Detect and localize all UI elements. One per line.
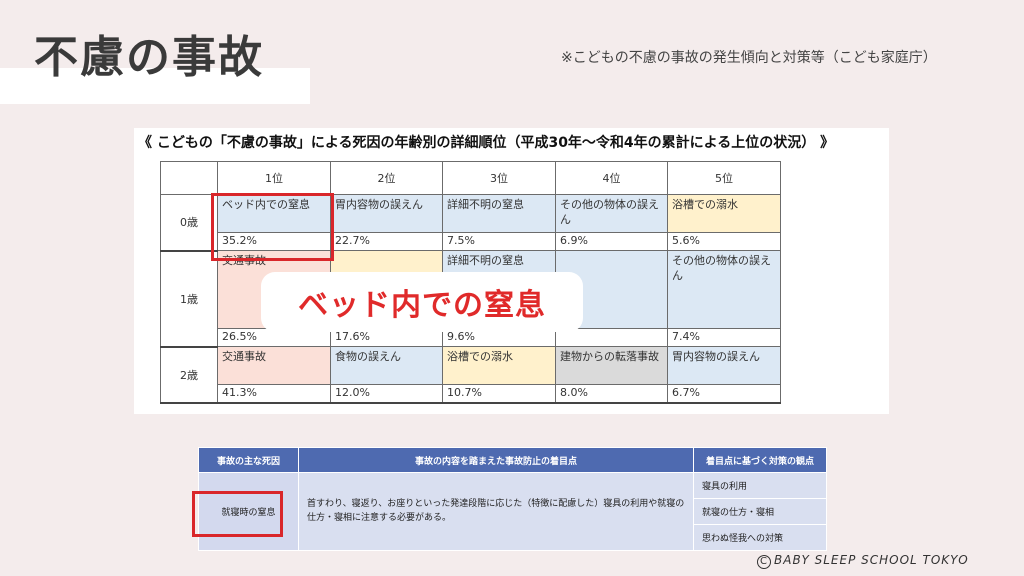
copyright-icon: C [757,555,771,569]
rank-header: 5位 [667,161,781,195]
rank-header: 1位 [217,161,331,195]
age-label: 2歳 [160,346,218,404]
rank-header: 4位 [555,161,668,195]
measures-table: 事故の主な死因 事故の内容を踏まえた事故防止の着目点 着目点に基づく対策の観点 … [198,447,827,551]
pct-row-2: 41.3% 12.0% 10.7% 8.0% 6.7% [161,384,781,404]
age-row-2: 2歳 交通事故 食物の誤えん 浴槽での溺水 建物からの転落事故 胃内容物の誤えん [160,346,781,404]
cause-cell: その他の物体の誤えん [667,250,781,329]
cause-cell: 詳細不明の窒息 [442,194,556,233]
pct-cell: 5.6% [667,232,781,251]
cause-cell: 胃内容物の誤えん [667,346,781,385]
cause-cell: 浴槽での溺水 [442,346,556,385]
cause-cell: 建物からの転落事故 [555,346,668,385]
highlight-box-top [211,193,334,261]
measures-content: 首すわり、寝返り、お座りといった発達段階に応じた（特徴に配慮した）寝具の利用や就… [298,472,694,551]
rank-header: 2位 [330,161,443,195]
measures-header: 事故の主な死因 [198,447,299,473]
copyright-text: BABY SLEEP SCHOOL TOKYO [774,553,969,567]
pct-cell: 22.7% [330,232,443,251]
age-label: 0歳 [160,194,218,252]
callout-label: ベッド内での窒息 [261,272,583,332]
measure-point: 思わぬ怪我への対策 [693,524,827,551]
measures-row: 就寝時の窒息 首すわり、寝返り、お座りといった発達段階に応じた（特徴に配慮した）… [198,472,827,551]
age-label: 1歳 [160,250,218,348]
pct-cell: 6.9% [555,232,668,251]
measure-point: 寝具の利用 [693,472,827,499]
rank-header-row: 1位 2位 3位 4位 5位 [160,161,781,195]
pct-cell: 10.7% [442,384,556,404]
copyright: C BABY SLEEP SCHOOL TOKYO [757,553,969,569]
pct-cell: 8.0% [555,384,668,404]
cause-cell: 胃内容物の誤えん [330,194,443,233]
page-title: 不慮の事故 [34,32,264,83]
cause-cell: 食物の誤えん [330,346,443,385]
cause-cell: 浴槽での溺水 [667,194,781,233]
pct-cell: 41.3% [217,384,331,404]
measures-header: 着目点に基づく対策の観点 [693,447,827,473]
cause-cell: 交通事故 [217,346,331,385]
measure-point: 就寝の仕方・寝相 [693,498,827,525]
pct-cell: 7.5% [442,232,556,251]
cause-cell: その他の物体の誤えん [555,194,668,233]
pct-cell: 6.7% [667,384,781,404]
measures-header-row: 事故の主な死因 事故の内容を踏まえた事故防止の着目点 着目点に基づく対策の観点 [198,447,827,473]
figure-caption: 《 こどもの「不慮の事故」による死因の年齢別の詳細順位（平成30年～令和4年の累… [138,135,835,151]
corner-cell [160,161,218,195]
highlight-box-bottom [192,491,283,537]
source-note: ※こどもの不慮の事故の発生傾向と対策等（こども家庭庁） [561,50,937,66]
pct-cell: 7.4% [667,328,781,347]
measures-header: 事故の内容を踏まえた事故防止の着目点 [298,447,694,473]
pct-cell: 12.0% [330,384,443,404]
ranking-figure: 《 こどもの「不慮の事故」による死因の年齢別の詳細順位（平成30年～令和4年の累… [134,128,889,414]
rank-header: 3位 [442,161,556,195]
